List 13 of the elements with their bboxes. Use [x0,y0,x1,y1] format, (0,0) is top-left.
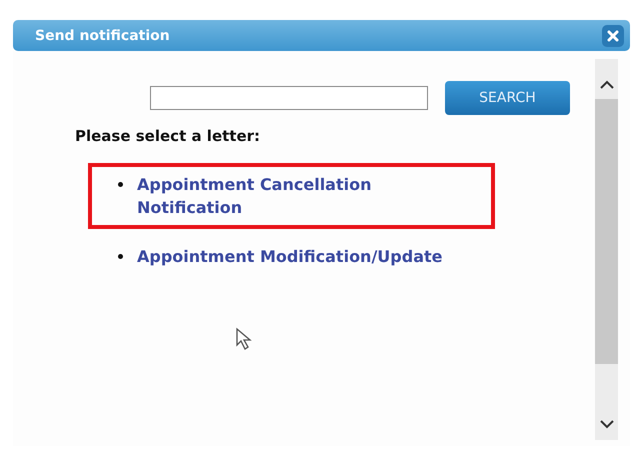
close-button[interactable] [602,24,624,46]
bullet-icon [118,182,123,187]
search-field[interactable] [150,86,428,110]
scroll-up-icon[interactable] [598,79,614,91]
letter-link[interactable]: Appointment Cancellation Notification [137,173,471,219]
letter-link[interactable]: Appointment Modification/Update [137,245,442,268]
scrollbar-thumb[interactable] [595,99,618,364]
prompt-label: Please select a letter: [75,127,262,145]
bullet-icon [118,254,123,259]
scroll-down-icon[interactable] [598,418,614,430]
dialog-title: Send notification [35,28,170,44]
scrollbar[interactable] [595,59,618,440]
close-icon [607,30,619,42]
